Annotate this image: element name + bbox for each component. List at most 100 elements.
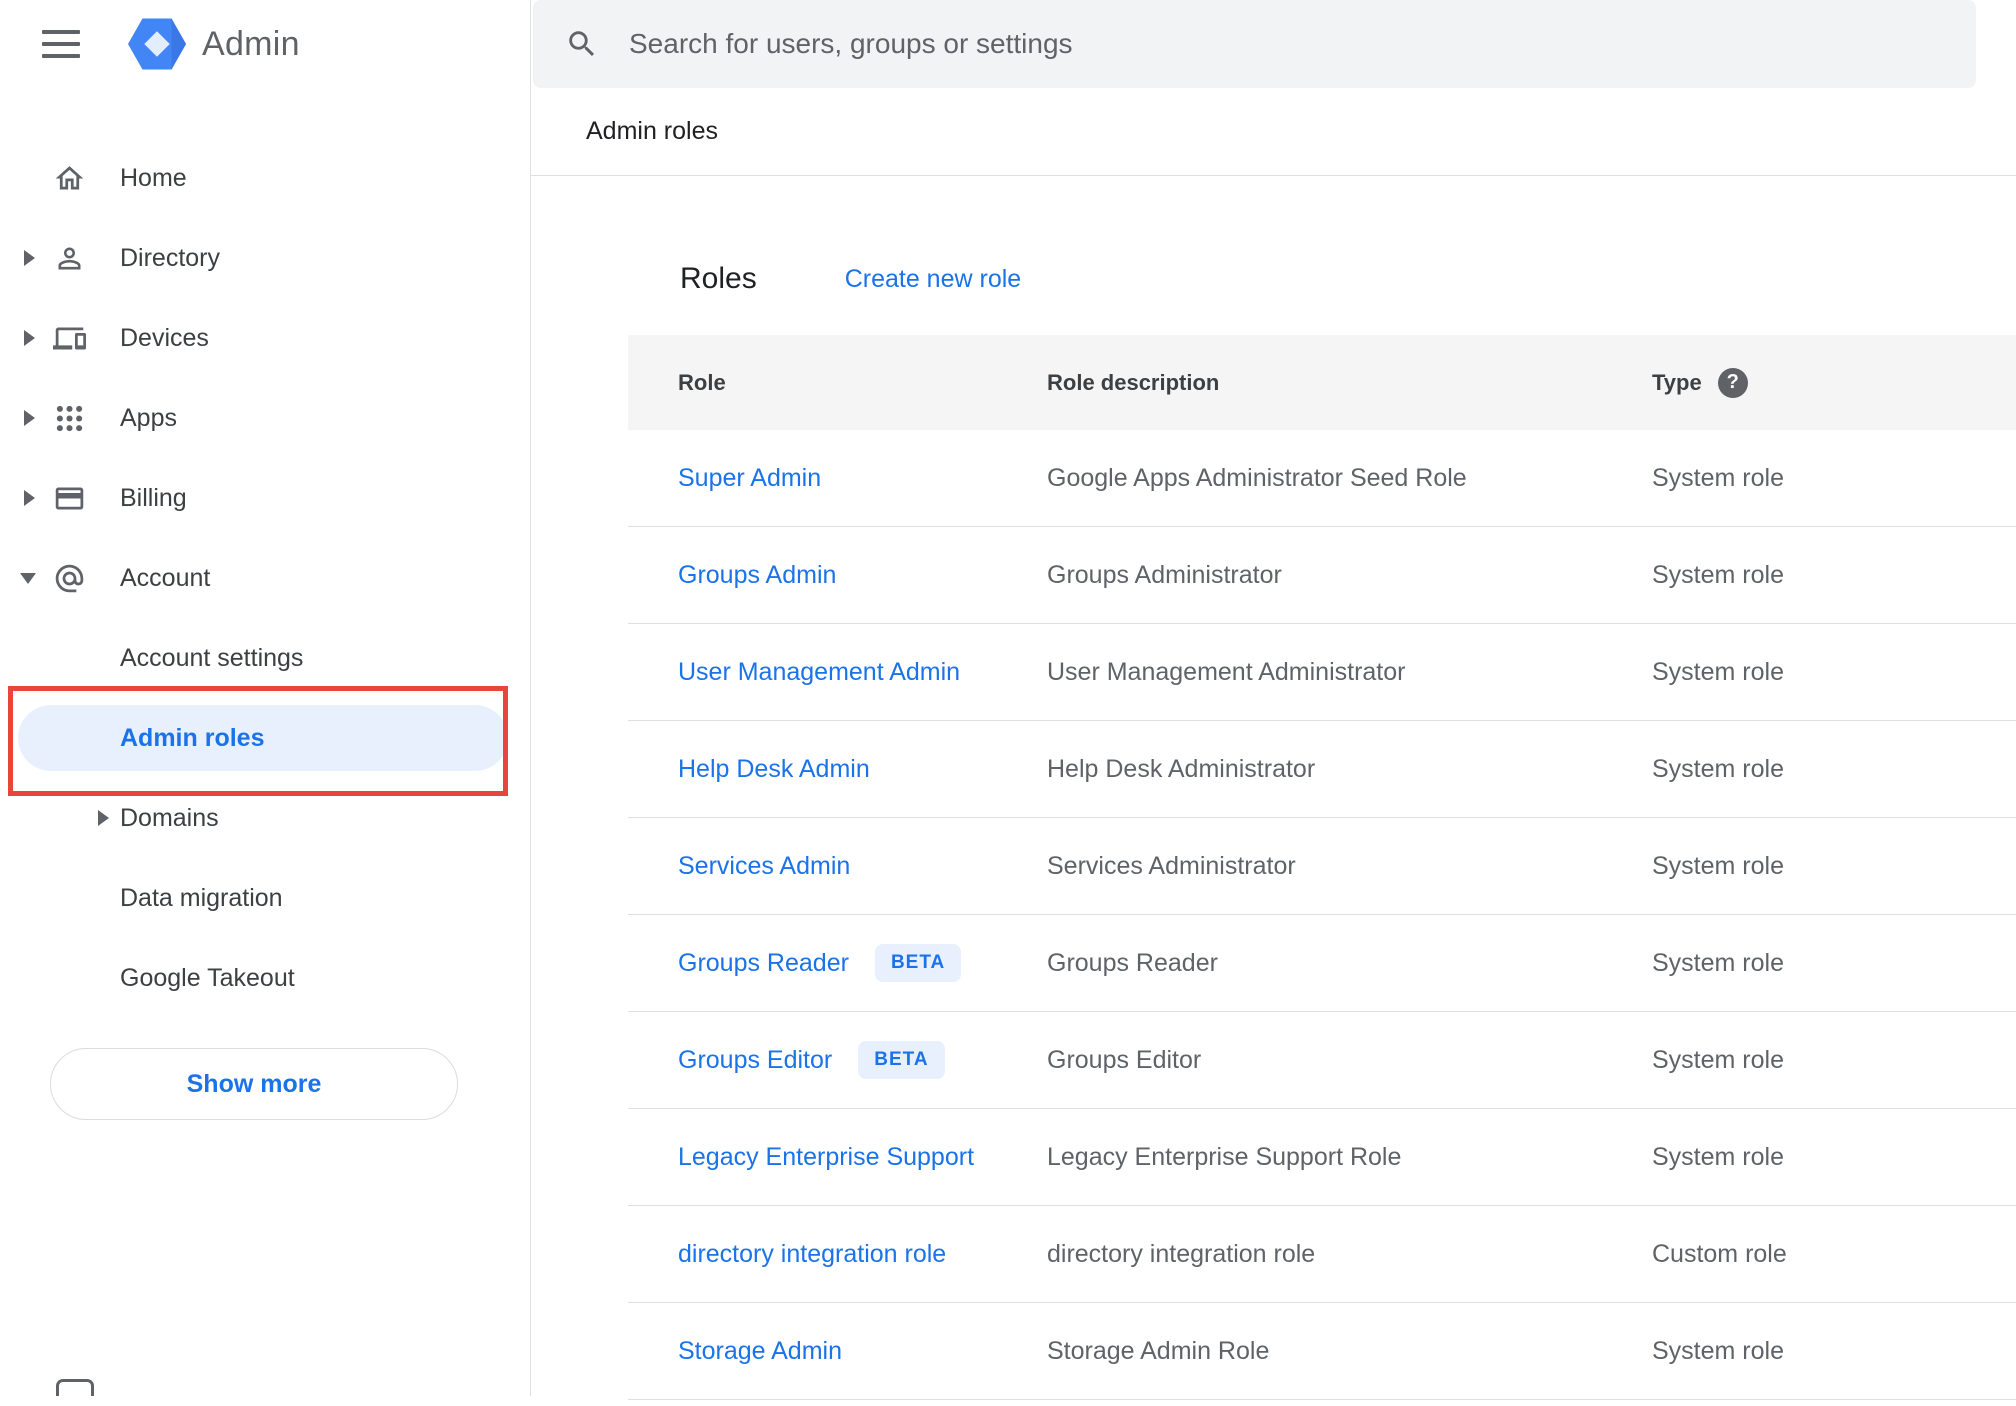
role-description: Google Apps Administrator Seed Role xyxy=(1047,463,1467,492)
apps-grid-icon xyxy=(52,401,86,435)
at-sign-icon xyxy=(52,561,86,595)
hamburger-menu-icon[interactable] xyxy=(42,30,80,58)
card-title: Roles xyxy=(680,262,757,295)
table-row: Services Admin Services Administrator Sy… xyxy=(628,818,2016,915)
role-cell: Groups Editor BETA xyxy=(628,1041,1047,1079)
role-description: Services Administrator xyxy=(1047,851,1296,880)
role-type: System role xyxy=(1652,851,1784,880)
role-link[interactable]: Storage Admin xyxy=(678,1337,842,1366)
role-cell: Groups Admin xyxy=(628,561,1047,590)
table-row: Legacy Enterprise Support Legacy Enterpr… xyxy=(628,1109,2016,1206)
sidebar: Admin Home Directory Devices Apps Billin… xyxy=(0,0,531,1396)
sidebar-item-label: Admin roles xyxy=(120,723,265,752)
main-content: Admin roles Roles Create new role Role R… xyxy=(531,0,2016,1400)
credit-card-icon xyxy=(52,481,86,515)
role-cell: Super Admin xyxy=(628,464,1047,493)
chevron-right-icon[interactable] xyxy=(24,250,35,266)
sidebar-item-label: Apps xyxy=(120,403,177,432)
role-description: User Management Administrator xyxy=(1047,657,1406,686)
person-icon xyxy=(52,241,86,275)
role-type: System role xyxy=(1652,948,1784,977)
role-type: System role xyxy=(1652,1142,1784,1171)
breadcrumb: Admin roles xyxy=(586,117,718,145)
role-description: Help Desk Administrator xyxy=(1047,754,1316,783)
column-header-description: Role description xyxy=(1047,369,1220,395)
role-link[interactable]: Legacy Enterprise Support xyxy=(678,1143,974,1172)
help-icon[interactable]: ? xyxy=(1717,367,1748,398)
chevron-down-icon[interactable] xyxy=(20,572,36,584)
role-type: System role xyxy=(1652,560,1784,589)
role-description: Groups Administrator xyxy=(1047,560,1282,589)
sidebar-item-label: Billing xyxy=(120,483,187,512)
show-more-button[interactable]: Show more xyxy=(50,1048,458,1120)
home-icon xyxy=(52,161,86,195)
roles-card-header: Roles Create new role xyxy=(628,223,2016,335)
sidebar-item-label: Account xyxy=(120,563,211,592)
table-row: Storage Admin Storage Admin Role System … xyxy=(628,1303,2016,1400)
role-link[interactable]: Help Desk Admin xyxy=(678,755,870,784)
table-row: Groups Admin Groups Administrator System… xyxy=(628,527,2016,624)
google-admin-logo-icon xyxy=(128,18,186,70)
table-row: User Management Admin User Management Ad… xyxy=(628,624,2016,721)
role-cell: Storage Admin xyxy=(628,1337,1047,1366)
sidebar-item-devices[interactable]: Devices xyxy=(0,298,530,378)
table-row: Help Desk Admin Help Desk Administrator … xyxy=(628,721,2016,818)
column-header-type-label: Type xyxy=(1652,369,1702,395)
role-description: Groups Editor xyxy=(1047,1045,1202,1074)
role-link[interactable]: Groups Reader xyxy=(678,949,849,978)
brand-row: Admin xyxy=(0,0,530,88)
role-cell: Help Desk Admin xyxy=(628,755,1047,784)
chevron-right-icon[interactable] xyxy=(24,410,35,426)
table-header-row: Role Role description Type ? xyxy=(628,335,2016,430)
chevron-right-icon[interactable] xyxy=(24,330,35,346)
role-link[interactable]: Groups Admin xyxy=(678,561,836,590)
sidebar-item-label: Devices xyxy=(120,323,209,352)
role-cell: directory integration role xyxy=(628,1240,1047,1269)
sidebar-item-label: Domains xyxy=(120,803,219,832)
role-description: Groups Reader xyxy=(1047,948,1218,977)
table-row: directory integration role directory int… xyxy=(628,1206,2016,1303)
role-type: Custom role xyxy=(1652,1239,1787,1268)
sidebar-item-domains[interactable]: Domains xyxy=(0,778,530,858)
sidebar-item-apps[interactable]: Apps xyxy=(0,378,530,458)
role-link[interactable]: User Management Admin xyxy=(678,658,960,687)
table-row: Super Admin Google Apps Administrator Se… xyxy=(628,430,2016,527)
search-bar[interactable] xyxy=(533,0,1976,88)
google-admin-console: { "brand": { "name": "Admin" }, "search"… xyxy=(0,0,2016,1400)
role-description: Storage Admin Role xyxy=(1047,1336,1270,1365)
role-cell: Legacy Enterprise Support xyxy=(628,1143,1047,1172)
sidebar-item-label: Google Takeout xyxy=(120,963,295,992)
app-name: Admin xyxy=(202,24,300,63)
role-link[interactable]: Groups Editor xyxy=(678,1046,832,1075)
sidebar-item-data-migration[interactable]: Data migration xyxy=(0,858,530,938)
role-link[interactable]: Services Admin xyxy=(678,852,850,881)
search-icon xyxy=(569,31,595,57)
sidebar-item-label: Home xyxy=(120,163,187,192)
roles-card: Roles Create new role Role Role descript… xyxy=(628,223,2016,1406)
search-input[interactable] xyxy=(627,27,1944,61)
beta-badge: BETA xyxy=(874,944,962,982)
role-link[interactable]: directory integration role xyxy=(678,1240,946,1269)
sidebar-item-account[interactable]: Account xyxy=(0,538,530,618)
role-link[interactable]: Super Admin xyxy=(678,464,821,493)
sidebar-item-directory[interactable]: Directory xyxy=(0,218,530,298)
sidebar-nav: Home Directory Devices Apps Billing Acco… xyxy=(0,138,530,1018)
chevron-right-icon[interactable] xyxy=(24,490,35,506)
sidebar-item-google-takeout[interactable]: Google Takeout xyxy=(0,938,530,1018)
beta-badge: BETA xyxy=(858,1041,945,1079)
sidebar-item-billing[interactable]: Billing xyxy=(0,458,530,538)
sidebar-item-label: Account settings xyxy=(120,643,304,672)
role-cell: Services Admin xyxy=(628,852,1047,881)
role-type: System role xyxy=(1652,657,1784,686)
sidebar-item-admin-roles[interactable]: Admin roles xyxy=(0,698,530,778)
create-new-role-link[interactable]: Create new role xyxy=(845,265,1021,294)
role-type: System role xyxy=(1652,1336,1784,1365)
role-description: directory integration role xyxy=(1047,1239,1316,1268)
devices-icon xyxy=(52,321,86,355)
role-description: Legacy Enterprise Support Role xyxy=(1047,1142,1402,1171)
chevron-right-icon[interactable] xyxy=(98,810,109,826)
role-cell: Groups Reader BETA xyxy=(628,944,1047,982)
sidebar-item-account-settings[interactable]: Account settings xyxy=(0,618,530,698)
column-header-type: Type ? xyxy=(1652,367,2016,398)
sidebar-item-home[interactable]: Home xyxy=(0,138,530,218)
